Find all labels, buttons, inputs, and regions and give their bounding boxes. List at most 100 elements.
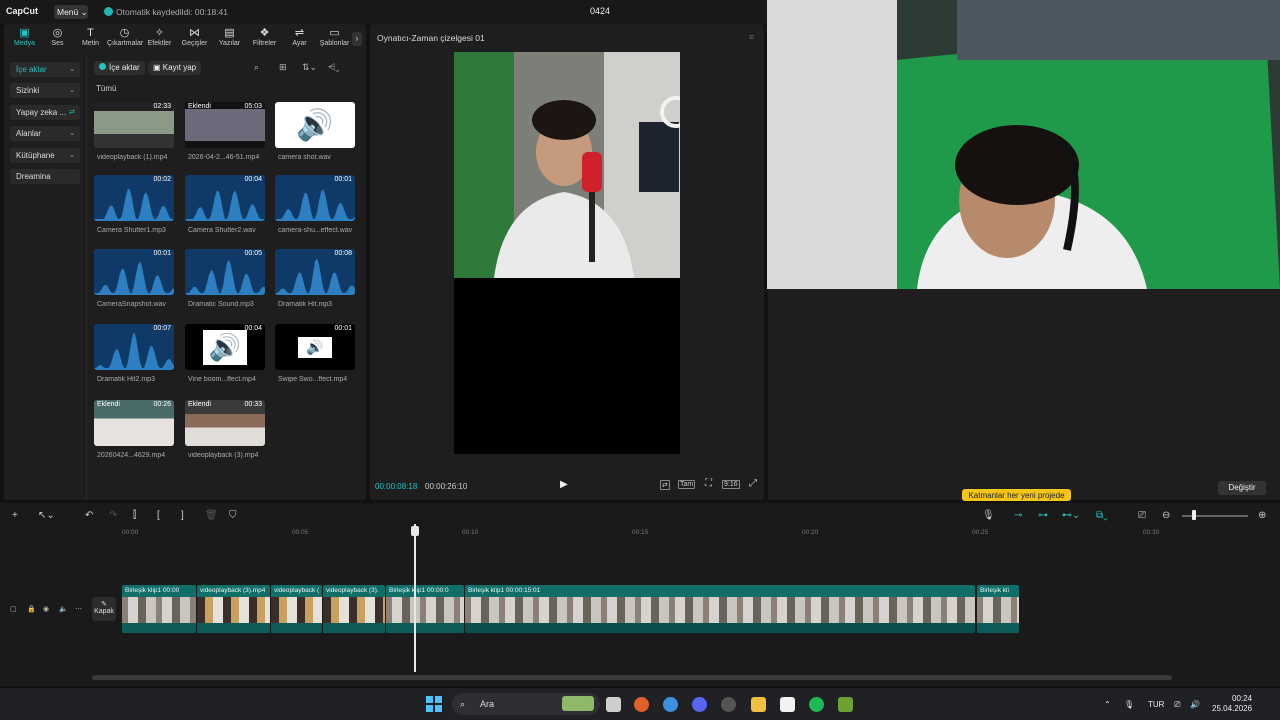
tab-filters[interactable]: ❖ Filtreler xyxy=(247,24,282,54)
undo-icon[interactable]: ↶ xyxy=(85,510,93,521)
link-icon[interactable]: ⊶ xyxy=(1038,510,1048,521)
timeline-clip[interactable]: videoplayback (3).mp4 xyxy=(197,585,270,633)
zoom-out-icon[interactable]: ⊖ xyxy=(1162,510,1170,521)
sort-icon[interactable]: ⇅⌄ xyxy=(302,62,317,73)
lock-icon[interactable]: 🔒 xyxy=(27,605,36,613)
compare-icon[interactable]: ⇄ xyxy=(660,480,670,490)
media-thumbnail[interactable]: 00:01 xyxy=(275,175,355,221)
delete-icon[interactable]: 🗑 xyxy=(205,510,218,521)
zoom-fit-icon[interactable]: ⛶ xyxy=(704,478,713,489)
zoom-slider-handle[interactable] xyxy=(1192,510,1196,520)
windows-start-icon[interactable] xyxy=(426,696,442,712)
ratio-button[interactable]: 9:16 xyxy=(722,480,740,489)
player-menu-icon[interactable]: ≡ xyxy=(749,32,754,42)
select-tool-icon[interactable]: ↖⌄ xyxy=(38,510,55,521)
sidebar-item-2[interactable]: Yapay zeka ... ⇄ xyxy=(10,105,80,120)
language-indicator[interactable]: TUR xyxy=(1148,700,1164,709)
media-thumbnail[interactable]: 00:02 xyxy=(94,175,174,221)
trim-right-icon[interactable]: ] xyxy=(181,510,184,521)
filter-icon[interactable]: ⩤⌄ xyxy=(328,62,339,73)
media-thumbnail[interactable]: 00:04 xyxy=(185,175,265,221)
tab-captions[interactable]: ▤ Yazılar xyxy=(212,24,247,54)
media-thumbnail[interactable]: 🔊 00:04 xyxy=(185,324,265,370)
timeline-clip[interactable]: Birleşik klip1 00:00:0 xyxy=(386,585,464,633)
discord-icon[interactable] xyxy=(692,697,707,712)
tab-effects[interactable]: ✧ Efektler xyxy=(142,24,177,54)
media-thumbnail[interactable]: 02:33 xyxy=(94,102,174,148)
audio-mute-icon[interactable]: 🔈 xyxy=(59,605,68,613)
add-track-icon[interactable]: + xyxy=(12,510,18,521)
media-thumbnail[interactable]: 00:08 xyxy=(275,249,355,295)
sidebar-item-4[interactable]: Kütüphane ⌄ xyxy=(10,148,80,163)
menu-button[interactable]: Menü ⌄ xyxy=(54,5,88,19)
tab-adjust[interactable]: ⇌ Ayar xyxy=(282,24,317,54)
playhead-handle[interactable] xyxy=(411,526,419,536)
tab-media[interactable]: ▣ Medya xyxy=(8,24,41,54)
zoom-in-icon[interactable]: ⊕ xyxy=(1258,510,1266,521)
tray-chevron-icon[interactable]: ⌃ xyxy=(1104,700,1111,709)
shield-icon[interactable]: ⛉ xyxy=(229,510,237,521)
steam-icon[interactable] xyxy=(721,697,736,712)
playhead[interactable] xyxy=(414,524,416,672)
network-icon[interactable]: ⎚ xyxy=(1174,700,1180,710)
redo-icon[interactable]: ↷ xyxy=(109,510,117,521)
search-highlight-icon[interactable] xyxy=(562,696,594,711)
media-thumbnail[interactable]: 00:07 xyxy=(94,324,174,370)
trim-left-icon[interactable]: [ xyxy=(157,510,160,521)
snap-icon[interactable]: ⧉⌄ xyxy=(1096,510,1108,521)
timeline-clip[interactable]: Birleşik kli xyxy=(977,585,1019,633)
sidebar-item-1[interactable]: Sizinki ⌄ xyxy=(10,83,80,98)
chrome-icon[interactable] xyxy=(663,697,678,712)
capcut-taskbar-icon[interactable] xyxy=(780,697,795,712)
split-icon[interactable]: ⫿ xyxy=(133,510,136,521)
task-view-icon[interactable] xyxy=(606,697,621,712)
microphone-icon[interactable]: 🎙 xyxy=(982,510,995,521)
play-icon[interactable]: ▶ xyxy=(560,479,568,490)
file-explorer-icon[interactable] xyxy=(751,697,766,712)
timeline-clip[interactable]: Birleşik klip1 00:00:15:01 xyxy=(465,585,975,633)
tab-sticker[interactable]: ◷ Çıkartmalar xyxy=(107,24,143,54)
timeline-clip[interactable]: videoplayback ( xyxy=(271,585,322,633)
tab-audio[interactable]: ◎ Ses xyxy=(41,24,74,54)
media-thumbnail[interactable]: 00:33 Eklendi xyxy=(185,400,265,446)
more-icon[interactable]: ⋯ xyxy=(75,605,82,613)
change-button[interactable]: Değiştir xyxy=(1218,481,1266,495)
timeline-scrollbar[interactable] xyxy=(92,675,1172,680)
sidebar-item-3[interactable]: Alanlar ⌄ xyxy=(10,126,80,141)
cover-button[interactable]: ✎ Kapak xyxy=(92,597,116,621)
grid-view-icon[interactable]: ⊞ xyxy=(279,62,287,73)
media-thumbnail[interactable]: 00:26 Eklendi xyxy=(94,400,174,446)
firefox-icon[interactable] xyxy=(634,697,649,712)
video-preview[interactable] xyxy=(454,52,692,454)
app-icon[interactable] xyxy=(838,697,853,712)
timeline-clip[interactable]: Birleşik klip1 00:00 xyxy=(122,585,196,633)
expand-icon[interactable]: ⤢ xyxy=(748,478,758,489)
fullscreen-quality-button[interactable]: Tam xyxy=(678,480,696,489)
tab-text[interactable]: T Metin xyxy=(74,24,107,54)
volume-icon[interactable]: 🔊 xyxy=(1190,700,1200,709)
mic-tray-icon[interactable]: 🎙 xyxy=(1124,700,1134,709)
sidebar-item-5[interactable]: Dreamina xyxy=(10,169,80,184)
preview-axis-icon[interactable]: ⊷⌄ xyxy=(1062,510,1080,521)
media-thumbnail[interactable]: 00:01 xyxy=(94,249,174,295)
sidebar-item-0[interactable]: İçe aktar ⌄ xyxy=(10,62,80,77)
media-thumbnail[interactable]: 00:05 xyxy=(185,249,265,295)
media-thumbnail[interactable]: 05:03 Eklendi xyxy=(185,102,265,148)
media-thumbnail[interactable]: 🔊 xyxy=(275,102,355,148)
clock[interactable]: 00:24 25.04.2026 xyxy=(1212,694,1252,714)
tabs-next-button[interactable]: › xyxy=(352,32,362,46)
magnet-icon[interactable]: ⊸ xyxy=(1014,510,1022,521)
caption-track-icon[interactable]: ⎚ xyxy=(1138,510,1146,521)
track-video-icon[interactable]: ▢ xyxy=(10,605,17,613)
tab-transitions[interactable]: ⋈ Geçişler xyxy=(177,24,212,54)
search-icon[interactable]: ⌕ xyxy=(254,62,259,73)
eye-icon[interactable]: ◉ xyxy=(43,605,49,613)
spotify-icon[interactable] xyxy=(809,697,824,712)
record-button[interactable]: ▣ Kayıt yap xyxy=(148,61,202,75)
media-thumbnail[interactable]: 🔊 00:01 xyxy=(275,324,355,370)
tab-templates[interactable]: ▭ Şablonlar xyxy=(317,24,352,54)
project-title[interactable]: 0424 xyxy=(590,6,610,16)
timeline-clip[interactable]: videoplayback (3). xyxy=(323,585,385,633)
import-button[interactable]: İçe aktar xyxy=(94,61,145,75)
all-filter-label[interactable]: Tümü xyxy=(96,84,116,93)
